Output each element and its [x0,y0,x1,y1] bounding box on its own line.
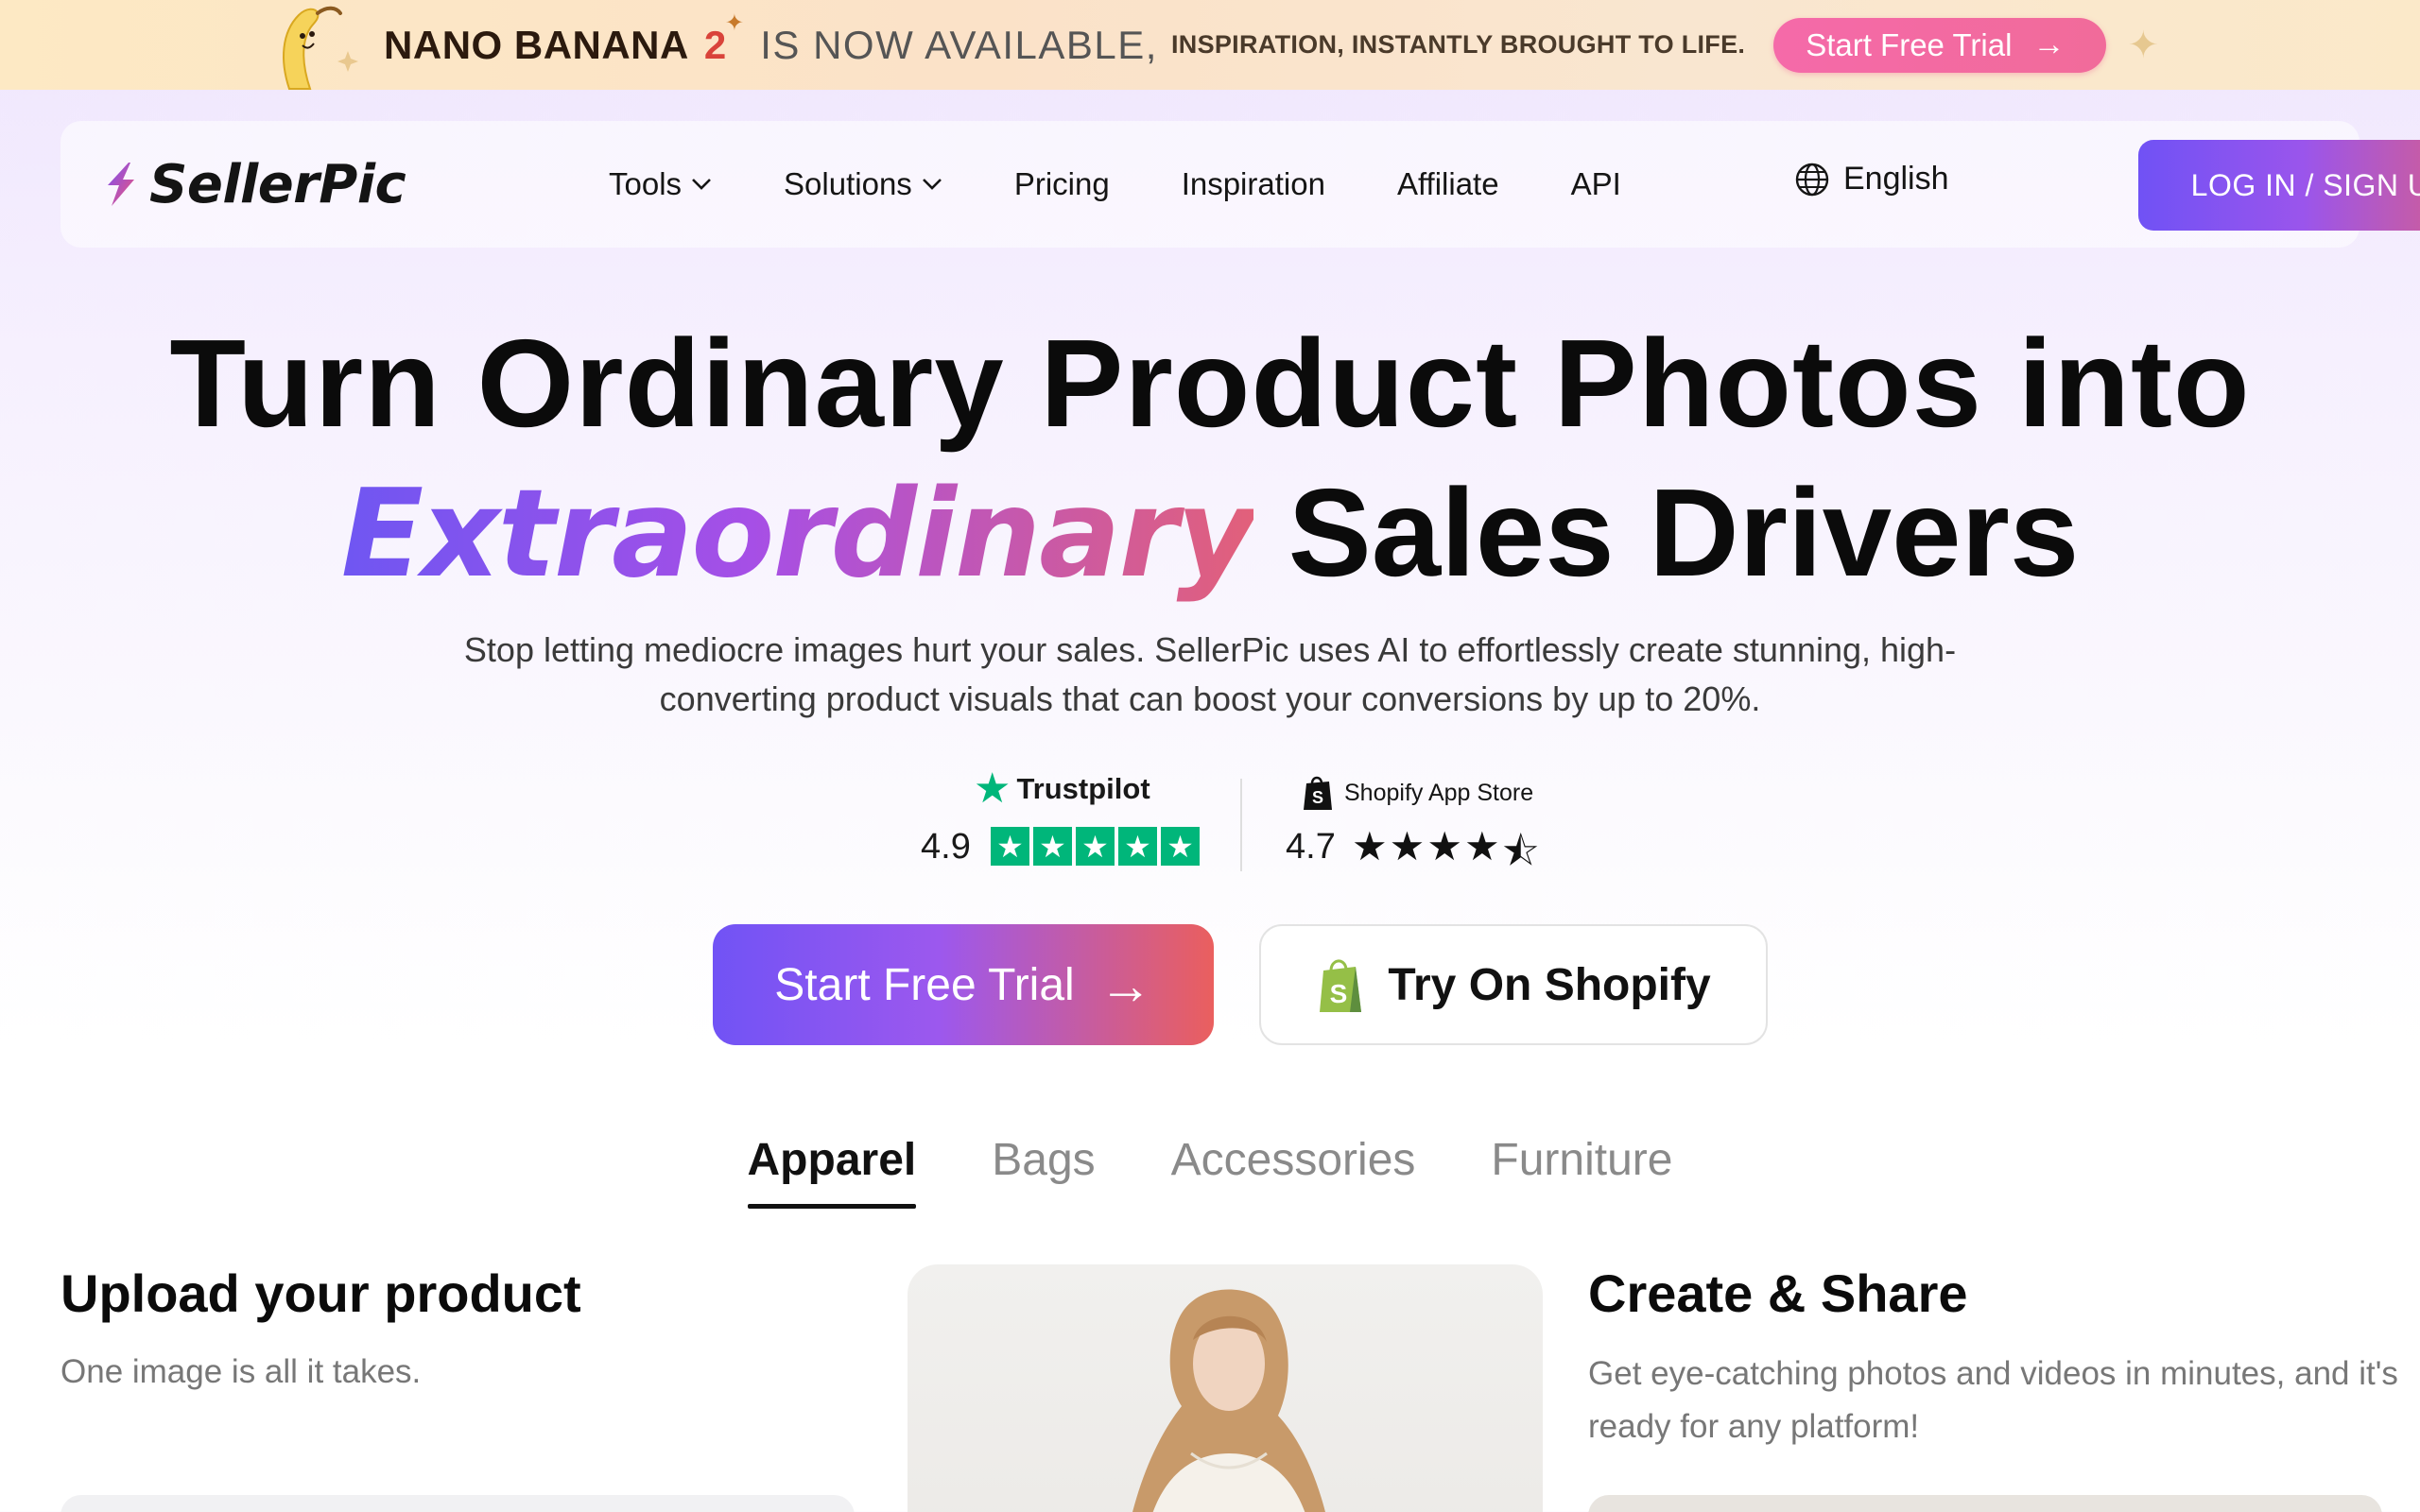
start-free-trial-label: Start Free Trial [774,959,1075,1010]
tab-furniture[interactable]: Furniture [1491,1134,1672,1209]
create-step-subtitle: Get eye-catching photos and videos in mi… [1588,1355,2398,1445]
star-icon: ★ [1426,824,1462,868]
promo-tagline: INSPIRATION, INSTANTLY BROUGHT TO LIFE. [1170,30,1746,59]
svg-text:S: S [1312,788,1323,807]
hero-title-line2: Extraordinary Sales Drivers [0,461,2420,605]
svg-text:S: S [1330,979,1348,1008]
shopify-store-name: Shopify App Store [1344,779,1534,806]
chevron-down-icon [692,179,711,190]
main-nav: SellerPic Tools Solutions Pricing Inspir… [60,121,2420,248]
start-free-trial-button[interactable]: Start Free Trial → [713,924,1214,1045]
tab-bags[interactable]: Bags [992,1134,1095,1209]
category-tabs: Apparel Bags Accessories Furniture [0,1134,2420,1209]
model-photo-illustration [1132,1289,1325,1512]
promo-banner: NANO BANANA 2 ✦ IS NOW AVAILABLE, INSPIRA… [0,0,2420,90]
create-step-title: Create & Share [1588,1263,1968,1323]
arrow-right-icon: → [2032,26,2066,62]
login-signup-button[interactable]: LOG IN / SIGN UP [2138,140,2420,231]
promo-title: NANO BANANA [384,22,689,67]
arrow-right-icon: → [1098,954,1152,1015]
logo[interactable]: SellerPic [102,154,499,215]
nav-api[interactable]: API [1571,166,1621,202]
star-icon: ★ [1118,827,1157,866]
upload-step-subtitle: One image is all it takes. [60,1353,422,1390]
language-label: English [1843,161,1949,197]
sparkle-icon: ✦ [724,9,744,36]
upload-step-title: Upload your product [60,1263,581,1323]
promo-start-trial-button[interactable]: Start Free Trial → [1773,17,2107,73]
logo-bolt-icon [108,163,134,206]
logo-text: SellerPic [149,153,406,215]
shopify-app-store-logo: S Shopify App Store [1301,774,1533,812]
tab-apparel[interactable]: Apparel [747,1134,916,1209]
hero-subtitle: Stop letting mediocre images hurt your s… [463,630,1957,718]
model-photo [908,1264,1543,1512]
star-icon: ★ [1033,827,1072,866]
star-icon: ★ [1352,824,1388,868]
promo-cta-label: Start Free Trial [1806,26,2013,62]
language-selector[interactable]: English [1794,161,1949,198]
star-half-icon: ⯪ [1501,829,1540,873]
globe-icon [1795,163,1829,196]
tab-accessories[interactable]: Accessories [1171,1134,1416,1209]
try-on-shopify-button[interactable]: S Try On Shopify [1259,924,1768,1045]
nav-pricing[interactable]: Pricing [1014,166,1110,202]
hero-highlight: Extraordinary [340,464,1255,605]
upload-preview-card [60,1495,855,1512]
trustpilot-name: Trustpilot [1016,772,1150,805]
shopify-bag-icon: S [1304,776,1332,810]
star-icon: ★ [991,827,1029,866]
nav-inspiration[interactable]: Inspiration [1182,166,1325,202]
nav-links: Tools Solutions Pricing Inspiration Affi… [609,166,1693,202]
shopify-score: 4.7 [1286,827,1336,867]
hero-title-rest: Sales Drivers [1288,463,2080,602]
trustpilot-stars: ★ ★ ★ ★ ★ [991,827,1200,866]
hero-title-line1: Turn Ordinary Product Photos into [169,314,2251,453]
promo-available-text: IS NOW AVAILABLE, [760,22,1158,67]
nav-solutions[interactable]: Solutions [784,166,942,202]
banana-mascot-icon [283,6,359,90]
star-icon: ★ [1161,827,1200,866]
star-icon: ★ [1076,827,1115,866]
rating-divider [1240,779,1242,871]
shopify-stars: ★ ★ ★ ★ ⯪ [1352,823,1539,890]
try-on-shopify-label: Try On Shopify [1388,959,1711,1010]
nav-affiliate[interactable]: Affiliate [1397,166,1499,202]
star-icon: ★ [1389,824,1426,868]
create-preview-card [1588,1495,2382,1512]
chevron-down-icon [922,179,942,190]
sparkle-icon: ✦ [2127,24,2159,66]
nav-tools[interactable]: Tools [609,166,712,202]
trustpilot-logo: ★ Trustpilot [974,765,1150,812]
trustpilot-star-icon: ★ [974,765,1011,812]
shopify-logo-icon: S [1320,959,1362,1012]
promo-version: 2 ✦ [703,9,744,67]
star-icon: ★ [1463,824,1500,868]
nav-solutions-label: Solutions [784,166,912,201]
trustpilot-score: 4.9 [921,827,971,867]
nav-tools-label: Tools [609,166,683,201]
